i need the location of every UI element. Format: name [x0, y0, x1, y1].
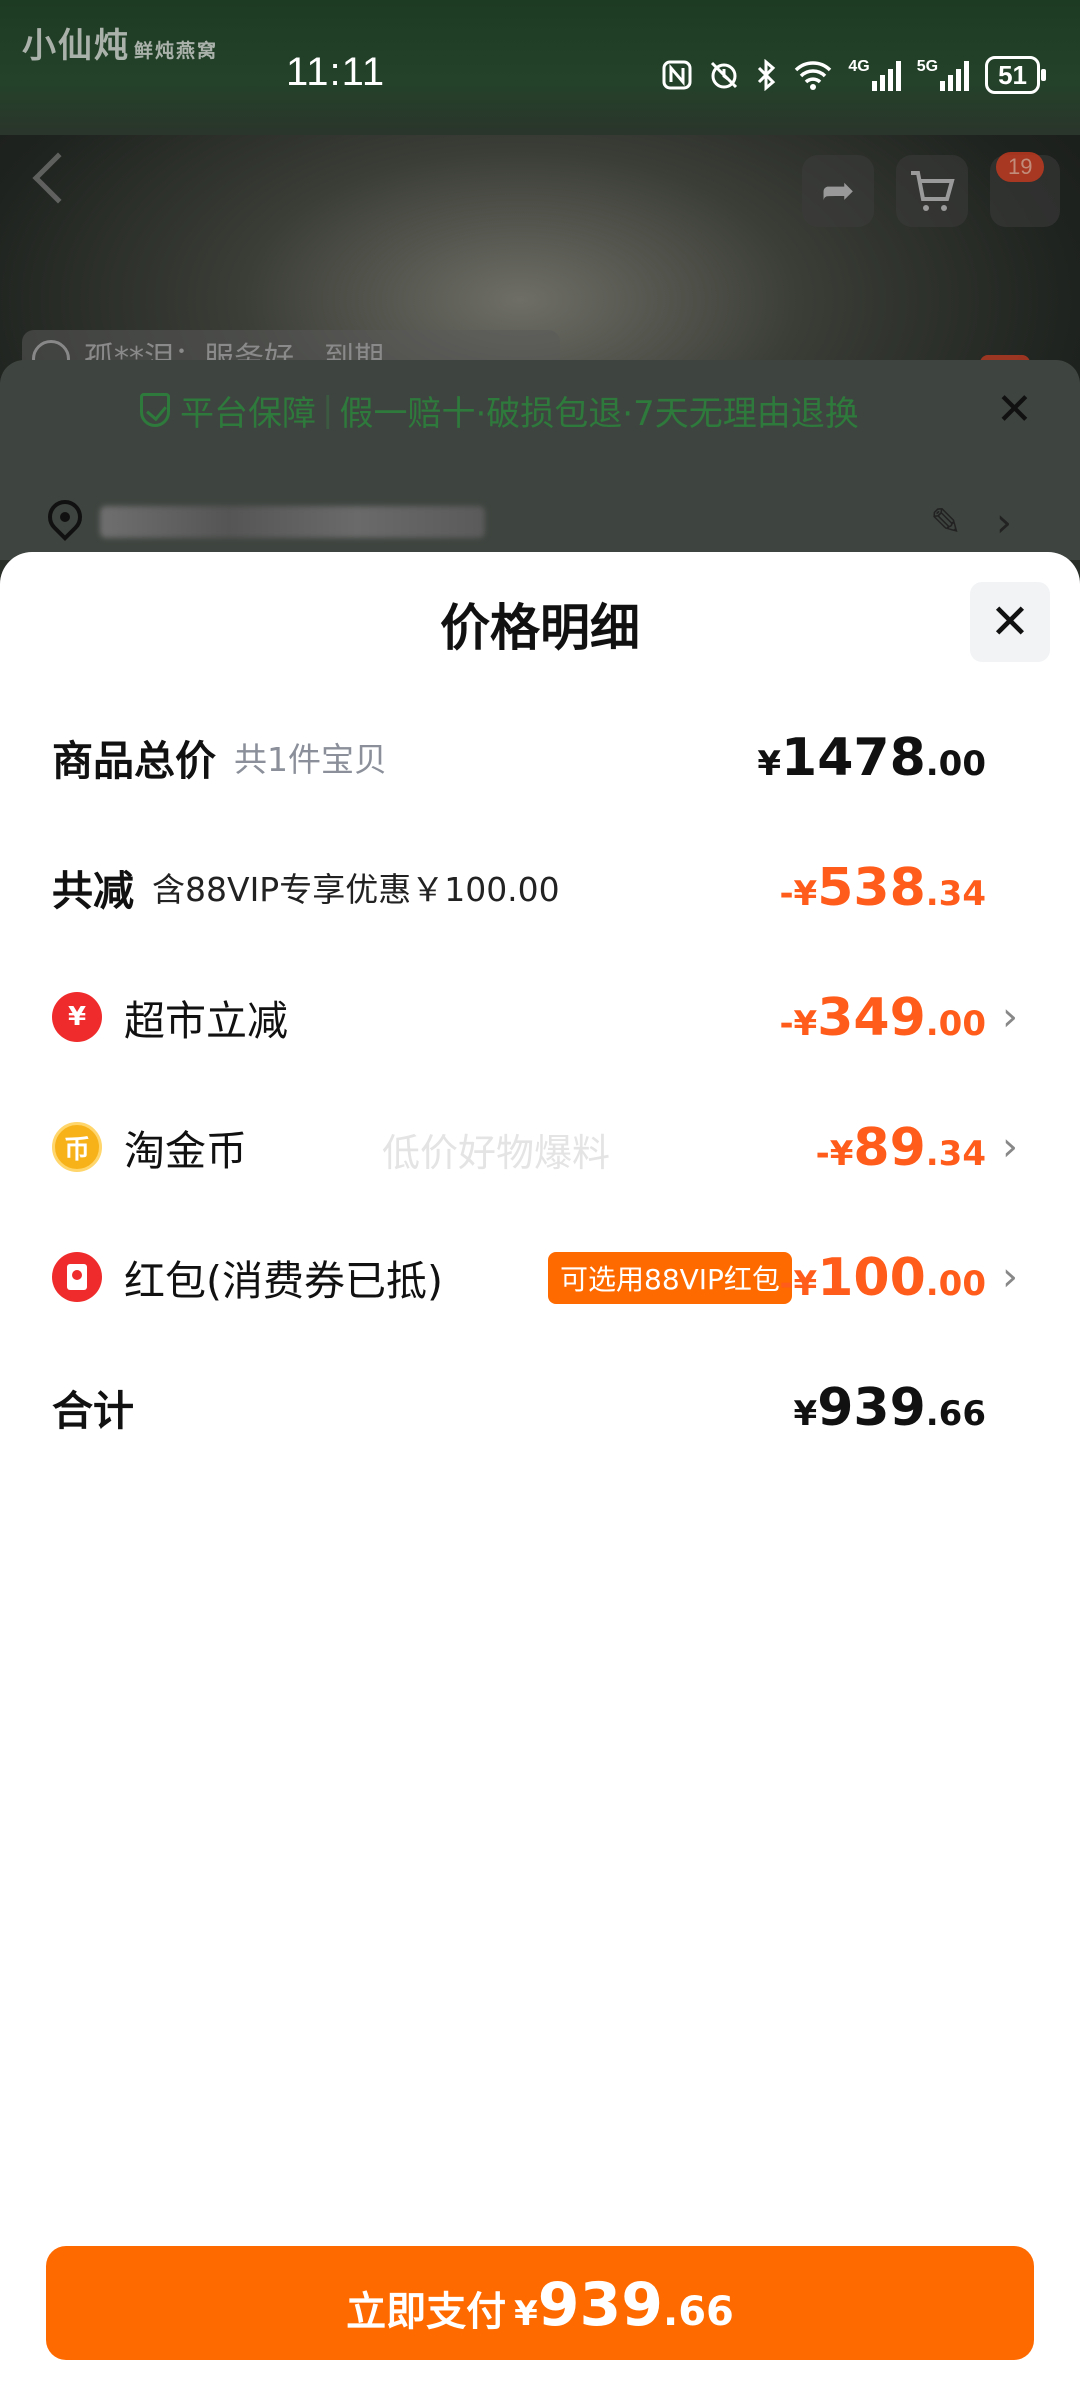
currency-symbol: -¥: [779, 1004, 818, 1044]
price-integer: 89: [853, 1118, 926, 1178]
row-market-discount[interactable]: ¥ 超市立减 -¥ 349.00 ›: [0, 962, 1080, 1072]
alarm-icon: [708, 58, 740, 92]
coin-discount-price: -¥ 89.34: [816, 1092, 986, 1202]
price-decimal: .00: [925, 1264, 986, 1304]
price-decimal: .66: [925, 1394, 986, 1434]
row-hongbao[interactable]: 红包(消费券已抵) 可选用88VIP红包 -¥ 100.00 ›: [0, 1222, 1080, 1332]
price-decimal: .66: [663, 2289, 734, 2335]
market-discount-icon: ¥: [52, 992, 102, 1042]
sum-label-wrap: 合计: [52, 1352, 134, 1462]
price-integer: 939: [537, 2270, 664, 2340]
shop-logo: 小仙炖 鲜炖燕窝: [22, 18, 218, 67]
pay-now-button[interactable]: 立即支付 ¥939.66: [46, 2246, 1034, 2360]
price-integer: 939: [817, 1378, 926, 1438]
price-integer: 1478: [781, 728, 926, 788]
chevron-right-icon: ›: [1002, 994, 1018, 1040]
watermark: 低价好物爆料: [382, 1131, 611, 1175]
signal-4g-icon: 4G: [848, 58, 901, 92]
vip-hongbao-tag[interactable]: 可选用88VIP红包: [548, 1252, 792, 1304]
sum-label: 合计: [52, 1387, 134, 1435]
row-goods-total: 商品总价 共1件宝贝 ¥1478.00: [0, 702, 1080, 812]
status-icons: 4G 5G 51: [662, 56, 1046, 94]
shop-logo-text: 小仙炖: [22, 26, 130, 66]
sum-price: ¥939.66: [794, 1352, 986, 1462]
discount-label-wrap: 共减 含88VIP专享优惠￥100.00: [52, 832, 560, 942]
status-time: 11:11: [286, 50, 386, 94]
price-decimal: .00: [925, 744, 986, 784]
coin-icon: 币: [52, 1122, 102, 1172]
discount-label: 共减: [52, 867, 134, 915]
guarantee-prefix: 平台保障: [180, 393, 316, 434]
price-decimal: .00: [925, 1004, 986, 1044]
price-integer: 538: [817, 858, 926, 918]
row-sum: 合计 ¥939.66: [0, 1352, 1080, 1462]
currency-symbol: ¥: [514, 2294, 538, 2334]
cart-count-badge: 19: [996, 152, 1045, 182]
signal-5g-icon: 5G: [917, 58, 970, 92]
shield-check-icon: [140, 393, 170, 427]
price-decimal: .34: [925, 874, 986, 914]
market-label-wrap: ¥ 超市立减: [52, 962, 288, 1072]
total-discount-price: -¥ 538.34: [779, 832, 986, 942]
bluetooth-icon: [756, 58, 778, 92]
currency-symbol: -¥: [815, 1134, 854, 1174]
share-button[interactable]: ➦: [802, 155, 874, 227]
guarantee-items: 假一赔十·破损包退·7天无理由退换: [339, 393, 859, 434]
guarantee-separator: |: [322, 390, 334, 430]
price-integer: 349: [817, 988, 926, 1048]
market-discount-label: 超市立减: [124, 997, 288, 1045]
sheet-title: 价格明细: [440, 599, 640, 657]
shop-logo-sub: 鲜炖燕窝: [134, 40, 219, 62]
goods-total-price: ¥1478.00: [757, 702, 986, 812]
wifi-icon: [794, 58, 832, 92]
battery-indicator: 51: [985, 56, 1046, 94]
price-detail-sheet: 价格明细 ✕ 商品总价 共1件宝贝 ¥1478.00 共减 含88VIP专享优惠…: [0, 552, 1080, 2400]
currency-symbol: ¥: [793, 1394, 818, 1434]
product-page-background: 小仙炖 鲜炖燕窝 11:11 4G 5G 51 ➦ 19 孤**泪：服务好，到期…: [0, 0, 1080, 560]
platform-guarantee-bar: 平台保障 | 假一赔十·破损包退·7天无理由退换: [0, 362, 1080, 458]
chevron-right-icon: ›: [1002, 1254, 1018, 1300]
currency-symbol: -¥: [779, 1264, 818, 1304]
location-pin-icon: [40, 492, 90, 542]
share-icon: ➦: [821, 168, 855, 214]
cart-icon: [911, 171, 955, 211]
hongbao-label-wrap: 红包(消费券已抵): [52, 1222, 443, 1332]
red-envelope-icon: [52, 1252, 102, 1302]
pay-button-label: 立即支付: [346, 2289, 507, 2335]
chevron-right-icon: ›: [1002, 1124, 1018, 1170]
goods-total-label-wrap: 商品总价 共1件宝贝: [52, 702, 387, 812]
guarantee-close-icon[interactable]: ✕: [996, 388, 1033, 432]
price-decimal: .34: [925, 1134, 986, 1174]
chevron-right-icon: ›: [996, 500, 1012, 546]
market-discount-price: -¥ 349.00: [779, 962, 986, 1072]
nfc-icon: [662, 58, 692, 92]
edit-pencil-icon[interactable]: ✎: [930, 500, 962, 544]
hongbao-label: 红包(消费券已抵): [124, 1257, 443, 1305]
row-total-discount: 共减 含88VIP专享优惠￥100.00 -¥ 538.34: [0, 832, 1080, 942]
address-row[interactable]: ✎ ›: [0, 480, 1080, 560]
cart-button[interactable]: [896, 155, 968, 227]
hongbao-discount-price: -¥ 100.00: [779, 1222, 986, 1332]
vip-discount-note: 含88VIP专享优惠￥100.00: [152, 870, 560, 909]
close-button[interactable]: ✕: [970, 582, 1050, 662]
currency-symbol: ¥: [757, 744, 782, 784]
goods-count: 共1件宝贝: [234, 740, 387, 779]
coin-label-wrap: 币 淘金币: [52, 1092, 247, 1202]
close-icon: ✕: [989, 594, 1031, 650]
coin-label: 淘金币: [124, 1127, 247, 1175]
address-redacted: [100, 506, 485, 538]
price-integer: 100: [817, 1248, 926, 1308]
currency-symbol: -¥: [779, 874, 818, 914]
goods-total-label: 商品总价: [52, 737, 216, 785]
back-icon[interactable]: [32, 152, 84, 204]
